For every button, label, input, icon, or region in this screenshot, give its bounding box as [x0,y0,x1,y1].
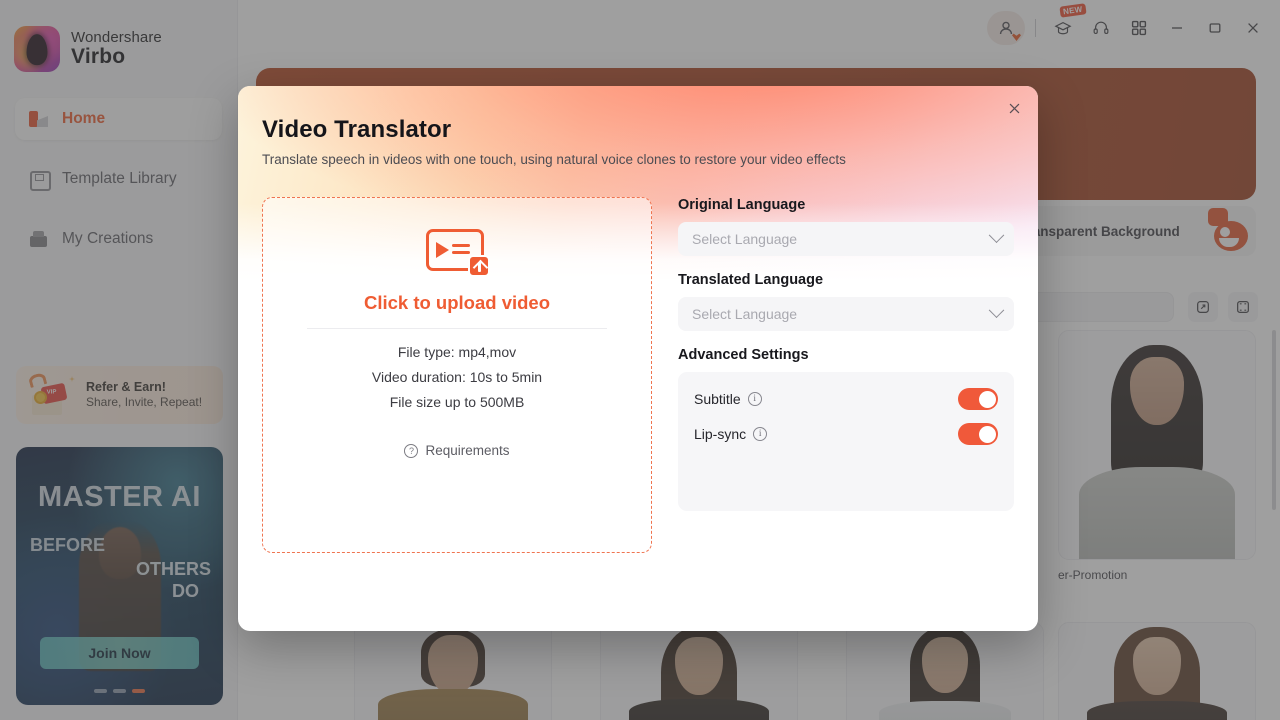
lip-sync-setting-row: Lip-sync i [694,421,998,447]
video-upload-icon [426,229,490,277]
advanced-settings-label: Advanced Settings [678,347,809,363]
chevron-down-icon [988,301,1005,318]
upload-spec-duration: Video duration: 10s to 5min [371,369,543,385]
lip-sync-setting-label: Lip-sync [694,426,747,442]
subtitle-setting-left: Subtitle i [694,391,762,407]
requirements-label: Requirements [425,443,510,458]
requirements-link[interactable]: ? Requirements [263,443,651,458]
translator-settings-panel: Original Language Select Language Transl… [678,197,1014,511]
lip-sync-toggle[interactable] [958,423,998,445]
translated-language-label: Translated Language [678,272,824,288]
modal-title: Video Translator [262,116,452,143]
subtitle-setting-row: Subtitle i [694,386,998,412]
original-language-select[interactable]: Select Language [678,222,1014,256]
video-upload-dropzone[interactable]: Click to upload video File type: mp4,mov… [262,197,652,553]
translated-language-value: Select Language [692,306,798,322]
original-language-value: Select Language [692,231,798,247]
video-translator-modal: Video Translator Translate speech in vid… [238,86,1038,631]
info-circle-icon[interactable]: i [747,392,762,406]
modal-subtitle: Translate speech in videos with one touc… [262,152,846,167]
original-language-label: Original Language [678,197,806,213]
upload-spec-file-type: File type: mp4,mov [397,344,517,360]
chevron-down-icon [988,226,1005,243]
info-circle-icon[interactable]: i [753,427,768,441]
subtitle-toggle[interactable] [958,388,998,410]
question-circle-icon: ? [404,443,419,458]
subtitle-setting-label: Subtitle [694,391,741,407]
close-icon[interactable] [1002,96,1026,120]
upload-cta-label: Click to upload video [363,292,551,313]
app-root: Wondershare Virbo Home Template Library … [0,0,1280,720]
upload-spec-size: File size up to 500MB [389,394,525,410]
upload-divider [307,328,607,329]
lip-sync-setting-left: Lip-sync i [694,426,768,442]
advanced-settings-box: Subtitle i Lip-sync i [678,372,1014,511]
translated-language-select[interactable]: Select Language [678,297,1014,331]
